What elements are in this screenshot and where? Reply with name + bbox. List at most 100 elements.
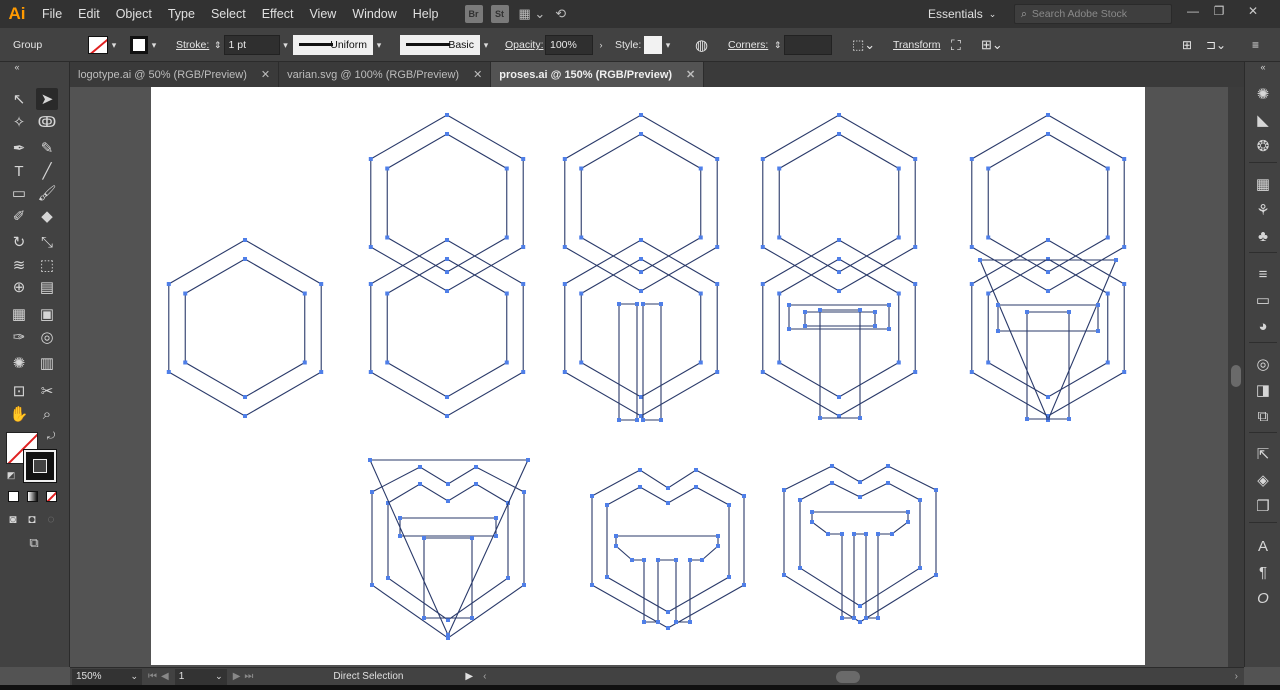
anchor-point[interactable] xyxy=(642,620,646,624)
anchor-point[interactable] xyxy=(760,282,765,286)
hexagon-top-step5-inner[interactable] xyxy=(987,133,1109,273)
recolor-icon[interactable]: ❂ xyxy=(1253,136,1273,156)
column-graph-tool-icon[interactable]: ▥ xyxy=(36,352,58,374)
variable-width-profile[interactable]: Uniform xyxy=(293,35,373,55)
stroke-label[interactable]: Stroke: xyxy=(176,28,209,62)
anchor-point[interactable] xyxy=(445,257,449,261)
hexagon-top-step2-inner[interactable] xyxy=(386,133,508,273)
curvature-tool-icon[interactable]: ✎ xyxy=(36,137,58,159)
anchor-point[interactable] xyxy=(1067,310,1071,314)
anchor-point[interactable] xyxy=(641,302,645,306)
rotate-tool-icon[interactable]: ↻ xyxy=(8,231,30,253)
anchor-point[interactable] xyxy=(418,465,422,469)
stock-icon[interactable]: St xyxy=(490,5,509,23)
t-crossbar-step6[interactable] xyxy=(399,517,497,537)
gradient-panel-icon[interactable]: ▭ xyxy=(1253,290,1273,310)
none-mode-icon[interactable] xyxy=(46,491,57,502)
anchor-point[interactable] xyxy=(368,245,373,249)
opacity-arrow-icon[interactable]: › xyxy=(595,40,607,50)
anchor-point[interactable] xyxy=(659,418,663,422)
anchor-point[interactable] xyxy=(1105,360,1110,365)
anchor-point[interactable] xyxy=(474,482,478,486)
anchor-point[interactable] xyxy=(638,485,642,489)
anchor-point[interactable] xyxy=(445,113,449,117)
anchor-point[interactable] xyxy=(698,235,703,240)
anchor-point[interactable] xyxy=(890,532,894,536)
swatches-icon[interactable]: ▦ xyxy=(1253,174,1273,194)
color-mode-icon[interactable] xyxy=(8,491,19,502)
hexagon-top-step4-outer[interactable] xyxy=(762,114,916,292)
tab-proses[interactable]: proses.ai @ 150% (RGB/Preview) ✕ xyxy=(491,62,705,87)
scroll-left-icon[interactable]: ‹ xyxy=(483,671,486,682)
anchor-point[interactable] xyxy=(370,490,374,494)
anchor-point[interactable] xyxy=(470,616,474,620)
menu-file[interactable]: File xyxy=(34,0,70,28)
anchor-point[interactable] xyxy=(504,291,509,296)
anchor-point[interactable] xyxy=(777,360,782,365)
t-crossbar-inner[interactable] xyxy=(804,311,876,327)
fill-dropdown-icon[interactable]: ▾ xyxy=(108,40,120,51)
anchor-point[interactable] xyxy=(494,534,498,538)
anchor-point[interactable] xyxy=(840,532,844,536)
anchor-point[interactable] xyxy=(1046,270,1050,274)
anchor-point[interactable] xyxy=(727,575,731,579)
anchor-point[interactable] xyxy=(810,520,814,524)
anchor-point[interactable] xyxy=(504,235,509,240)
anchor-point[interactable] xyxy=(368,282,373,286)
brush-dropdown-icon[interactable]: ▾ xyxy=(480,40,492,51)
anchor-point[interactable] xyxy=(886,481,890,485)
anchor-point[interactable] xyxy=(1025,310,1029,314)
anchor-point[interactable] xyxy=(698,166,703,171)
anchor-point[interactable] xyxy=(886,464,890,468)
anchor-point[interactable] xyxy=(635,302,639,306)
anchor-point[interactable] xyxy=(617,302,621,306)
anchor-point[interactable] xyxy=(798,566,802,570)
anchor-point[interactable] xyxy=(906,520,910,524)
mesh-tool-icon[interactable]: ▦ xyxy=(8,303,30,325)
panel-options-icon[interactable]: ⊞ xyxy=(1182,28,1192,62)
anchor-point[interactable] xyxy=(896,235,901,240)
anchor-point[interactable] xyxy=(639,270,643,274)
zoom-field[interactable]: 150% ⌄ xyxy=(72,668,142,685)
anchor-point[interactable] xyxy=(639,395,643,399)
anchor-point[interactable] xyxy=(302,360,307,365)
anchor-point[interactable] xyxy=(787,327,791,331)
anchor-point[interactable] xyxy=(617,418,621,422)
anchor-point[interactable] xyxy=(1046,238,1050,242)
shield-outline-step7[interactable] xyxy=(591,469,745,629)
anchor-point[interactable] xyxy=(777,235,782,240)
stroke-weight-dropdown-icon[interactable]: ▾ xyxy=(280,40,292,51)
anchor-point[interactable] xyxy=(777,291,782,296)
hexagon-bottom-step5-outer[interactable] xyxy=(971,239,1125,417)
anchor-point[interactable] xyxy=(470,536,474,540)
appearance-icon[interactable]: ◎ xyxy=(1253,354,1273,374)
menu-window[interactable]: Window xyxy=(344,0,404,28)
stepper-icon[interactable]: ⇕ xyxy=(214,40,222,51)
anchor-point[interactable] xyxy=(969,282,974,286)
shield-outline-step6[interactable] xyxy=(371,466,525,639)
anchor-point[interactable] xyxy=(446,482,450,486)
anchor-point[interactable] xyxy=(698,360,703,365)
anchor-point[interactable] xyxy=(969,157,974,161)
anchor-point[interactable] xyxy=(504,360,509,365)
anchor-point[interactable] xyxy=(760,370,765,374)
anchor-point[interactable] xyxy=(368,458,372,462)
anchor-point[interactable] xyxy=(694,468,698,472)
anchor-point[interactable] xyxy=(562,157,567,161)
recolor-artwork-icon[interactable]: ◍ xyxy=(695,28,708,62)
free-transform-tool-icon[interactable]: ⬚ xyxy=(36,254,58,276)
selection-tool-icon[interactable]: ↖ xyxy=(8,88,30,110)
anchor-point[interactable] xyxy=(798,498,802,502)
anchor-point[interactable] xyxy=(858,620,862,624)
hexagon-top-step5-outer[interactable] xyxy=(971,114,1125,292)
gradient-tool-icon[interactable]: ▣ xyxy=(36,303,58,325)
anchor-point[interactable] xyxy=(368,370,373,374)
anchor-point[interactable] xyxy=(605,503,609,507)
stroke-dropdown-icon[interactable]: ▾ xyxy=(148,40,160,51)
anchor-point[interactable] xyxy=(1114,258,1118,262)
artwork-layer[interactable] xyxy=(70,87,1228,667)
color-guide-icon[interactable]: ◣ xyxy=(1253,110,1273,130)
anchor-point[interactable] xyxy=(562,282,567,286)
anchor-point[interactable] xyxy=(605,575,609,579)
anchor-point[interactable] xyxy=(787,303,791,307)
